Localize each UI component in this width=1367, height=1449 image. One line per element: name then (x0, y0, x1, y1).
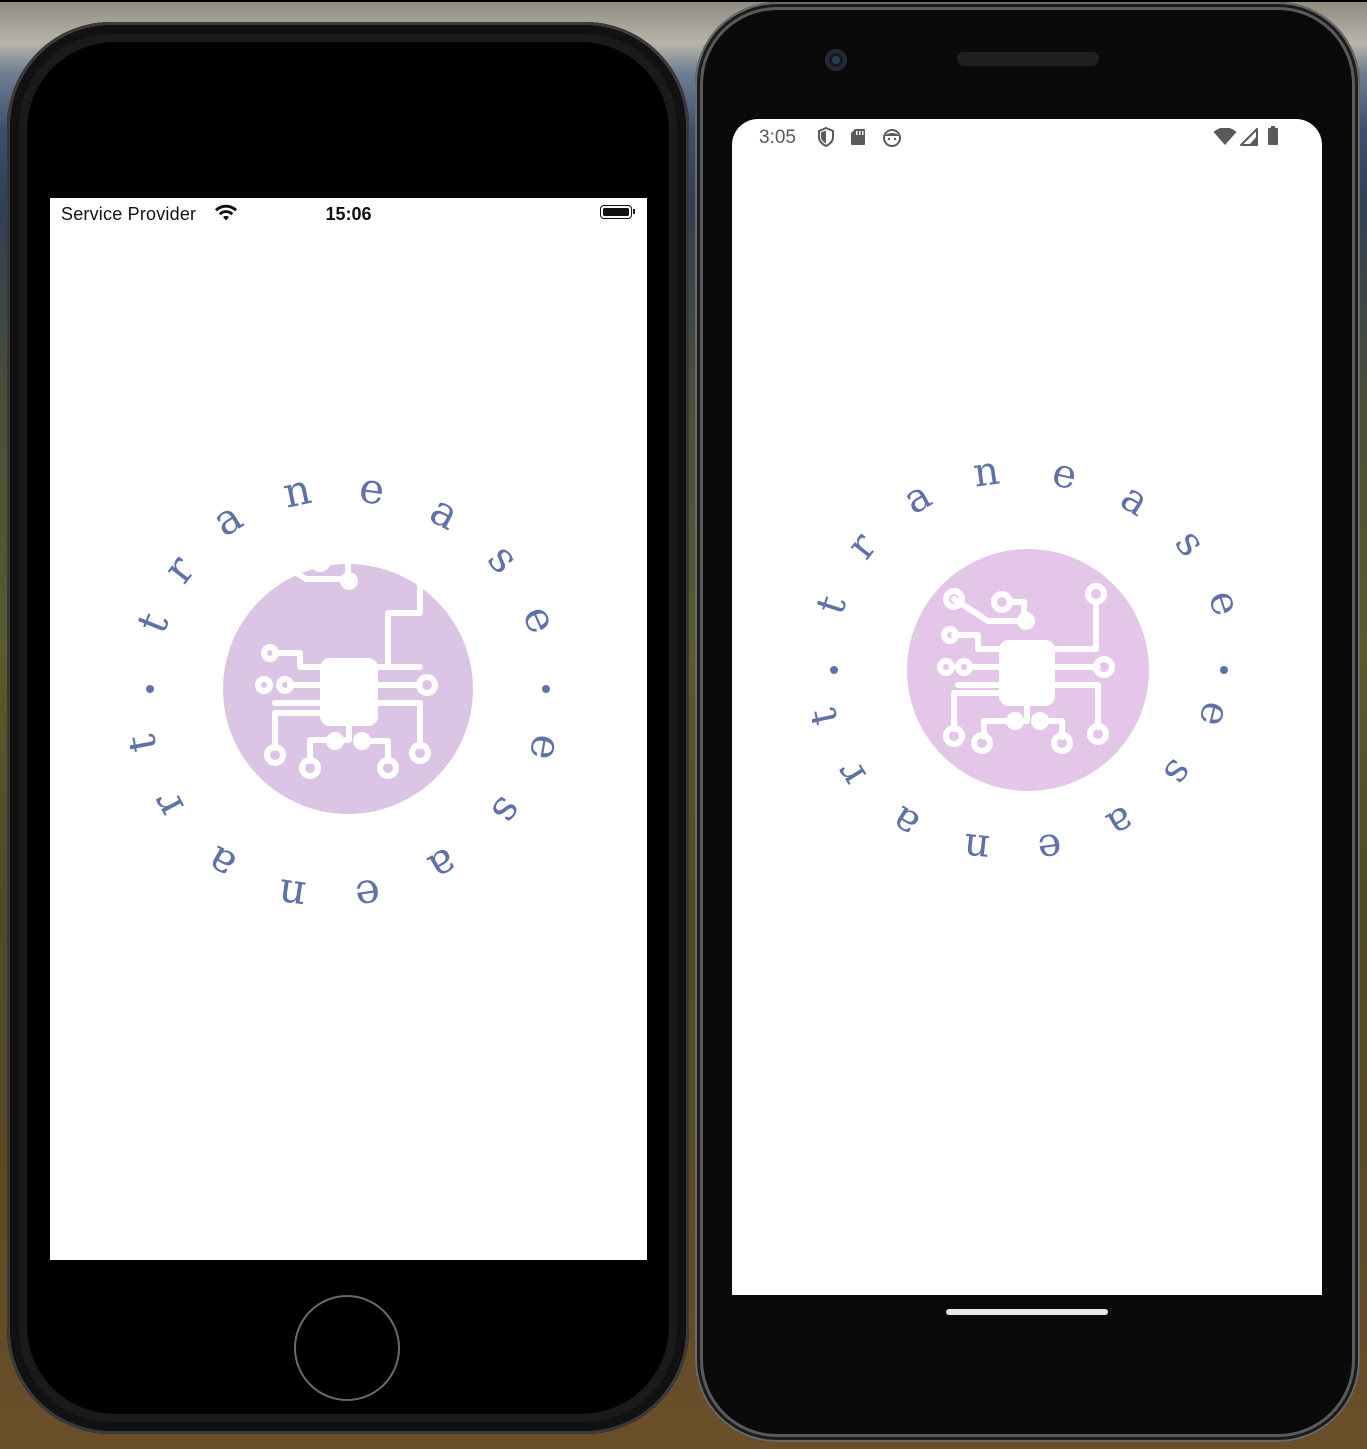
desktop-background: Service Provider 15:06 t r a n e a s e t… (0, 0, 1367, 1449)
home-button[interactable] (294, 1295, 400, 1401)
ios-clock: 15:06 (325, 204, 372, 224)
iphone-screen[interactable]: Service Provider 15:06 t r a n e a s e t… (50, 198, 647, 1260)
traneasextranease-logo: t r a n e a s e t r a n e a s e (812, 449, 1250, 872)
signal-icon (1240, 128, 1258, 146)
logo-letter: r (838, 524, 887, 568)
logo-letter: s (1154, 751, 1203, 795)
sd-card-icon (851, 129, 865, 145)
ios-status-bar: Service Provider 15:06 (50, 198, 647, 230)
logo-letter: a (422, 485, 467, 540)
logo-letter: n (279, 464, 316, 518)
logo-letter: a (1099, 796, 1143, 848)
wifi-icon (1213, 128, 1237, 145)
logo-letter: a (883, 796, 928, 848)
logo-letter: e (352, 869, 383, 913)
logo-dot (830, 666, 838, 674)
logo-letter: s (482, 788, 535, 834)
battery-icon (600, 205, 635, 219)
logo-letter: e (1189, 697, 1239, 731)
logo-letter: t (812, 590, 856, 620)
battery-icon (1268, 126, 1278, 145)
logo-letter: r (826, 753, 876, 794)
logo-dot (1220, 666, 1228, 674)
shield-icon (818, 127, 834, 147)
logo-letter: e (1199, 585, 1250, 622)
logo-letter: n (275, 869, 309, 913)
android-screen[interactable]: 3:05 t r a n e a s e t r a n e a s e (732, 119, 1322, 1295)
traneasextranease-logo: t r a n e a s e t r a n e a s e (130, 463, 570, 913)
logo-letter: a (204, 491, 251, 546)
gesture-navigation-bar[interactable] (946, 1309, 1108, 1315)
logo-letter: n (961, 824, 991, 872)
logo-letter: a (1113, 474, 1158, 526)
android-status-bar: 3:05 (732, 119, 1322, 157)
logo-letter: n (970, 449, 1002, 497)
earpiece-speaker (957, 52, 1099, 66)
logo-letter: a (420, 838, 466, 893)
logo-letter: a (198, 836, 244, 891)
logo-letter: s (1166, 521, 1215, 565)
logo-letter: a (896, 472, 940, 524)
logo-dot (542, 685, 550, 693)
logo-letter: t (812, 704, 847, 729)
logo-letter: t (130, 605, 178, 639)
logo-letter: t (130, 731, 166, 756)
camera-icon (825, 49, 847, 71)
logo-letter: e (356, 463, 387, 515)
logo-letter: e (1048, 449, 1081, 499)
face-icon (883, 129, 901, 147)
logo-letter: e (513, 598, 568, 641)
logo-letter: r (153, 545, 205, 592)
android-clock: 3:05 (759, 127, 796, 148)
logo-letter: e (1035, 823, 1065, 872)
logo-letter: s (478, 534, 529, 583)
logo-letter: r (140, 784, 193, 826)
logo-letter: e (520, 731, 570, 764)
logo-dot (146, 685, 154, 693)
